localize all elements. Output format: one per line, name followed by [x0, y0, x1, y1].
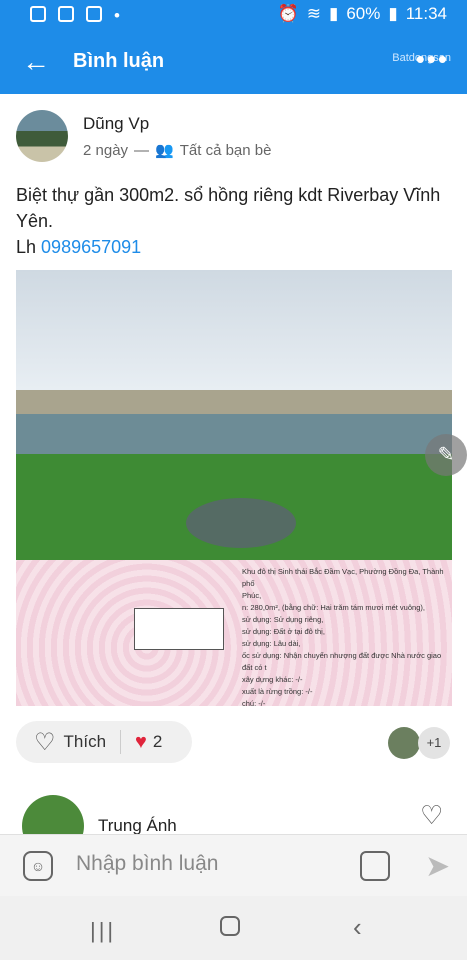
doc-line: xuất là rừng trồng: -/-	[242, 687, 313, 696]
wifi-icon: ≋	[306, 4, 321, 23]
system-navigation-bar: ||| ‹	[0, 896, 467, 960]
voicemail-icon	[86, 6, 102, 22]
edit-icon[interactable]: ✎	[425, 434, 467, 476]
tiktok-icon	[58, 6, 74, 22]
doc-line: sử dụng: Lâu dài,	[242, 639, 301, 648]
author-avatar[interactable]	[16, 110, 68, 162]
status-bar: • ⏰ ≋ ▮ 60% ▮ 11:34	[0, 0, 467, 30]
image-icon[interactable]	[360, 851, 390, 881]
coordinates-table	[134, 608, 224, 650]
doc-line: Phúc,	[242, 591, 262, 600]
doc-line: xây dựng khác: -/-	[242, 675, 303, 684]
gallery-icon	[30, 6, 46, 22]
post-document-image[interactable]: Khu đô thị Sinh thái Bắc Đầm Vạc, Phường…	[16, 560, 452, 708]
app-bar: ← Bình luận Batdongsan •••	[0, 30, 467, 94]
doc-line: sử dụng: Đất ở tại đô thị,	[242, 627, 325, 636]
notification-icons: •	[30, 6, 120, 26]
clock: 11:34	[405, 4, 447, 23]
comment-heart-icon[interactable]: ♡	[420, 800, 443, 831]
post-audience[interactable]: Tất cả bạn bè	[180, 142, 272, 159]
post-photo[interactable]	[16, 270, 452, 560]
battery-icon: ▮	[388, 4, 398, 23]
post-meta: 2 ngày — 👥 Tất cả bạn bè	[83, 141, 272, 160]
emoji-icon[interactable]: ☺	[23, 851, 53, 881]
post-text: Biệt thự gần 300m2. sổ hồng riêng kdt Ri…	[16, 182, 446, 260]
comment-author-name[interactable]: Trung Ánh	[98, 816, 177, 836]
heart-outline-icon[interactable]: ♡	[34, 728, 56, 757]
doc-line: sử dụng: Sử dụng riêng,	[242, 615, 324, 624]
alarm-icon: ⏰	[277, 4, 299, 23]
comment-input[interactable]: Nhập bình luận	[76, 852, 218, 876]
viewers-more-badge[interactable]: +1	[418, 727, 450, 759]
pond-area	[186, 498, 296, 548]
doc-line: Khu đô thị Sinh thái Bắc Đầm Vạc, Phường…	[242, 567, 444, 588]
sky-area	[16, 270, 452, 390]
more-options-icon[interactable]: •••	[416, 44, 449, 75]
post-author-name[interactable]: Dũng Vp	[83, 114, 149, 134]
back-arrow-icon[interactable]: ←	[22, 48, 50, 76]
friends-icon: 👥	[155, 142, 174, 159]
doc-line: ốc sử dụng: Nhận chuyển nhượng đất được …	[242, 651, 442, 672]
like-bar: ♡ Thích ♥ 2	[16, 721, 192, 763]
viewer-avatar[interactable]	[388, 727, 420, 759]
post-body: Biệt thự gần 300m2. sổ hồng riêng kdt Ri…	[16, 185, 441, 231]
home-icon[interactable]	[220, 916, 240, 936]
lake-area	[16, 414, 452, 454]
dot-icon: •	[114, 6, 120, 25]
recents-icon[interactable]: |||	[90, 918, 116, 944]
reaction-count[interactable]: 2	[153, 732, 162, 752]
like-button[interactable]: Thích	[64, 732, 107, 752]
doc-line: chú: -/-	[242, 699, 266, 708]
post-time: 2 ngày	[83, 141, 129, 159]
signal-icon: ▮	[328, 4, 339, 23]
comment-input-bar: ☺ Nhập bình luận ➤	[0, 834, 467, 897]
document-text: Khu đô thị Sinh thái Bắc Đầm Vạc, Phường…	[234, 560, 452, 708]
send-icon[interactable]: ➤	[425, 849, 450, 884]
contact-prefix: Lh	[16, 237, 37, 257]
meta-separator: —	[134, 141, 150, 159]
land-map	[16, 560, 230, 706]
doc-line: n: 280,0m², (bằng chữ: Hai trăm tám mươi…	[242, 603, 425, 612]
divider	[120, 730, 122, 754]
heart-icon: ♥	[135, 730, 147, 753]
battery-text: 60%	[346, 4, 381, 23]
town-area	[16, 390, 452, 414]
system-back-icon[interactable]: ‹	[353, 912, 362, 943]
phone-link[interactable]: 0989657091	[41, 237, 141, 257]
system-icons: ⏰ ≋ ▮ 60% ▮ 11:34	[278, 4, 447, 24]
page-title: Bình luận	[73, 50, 165, 72]
